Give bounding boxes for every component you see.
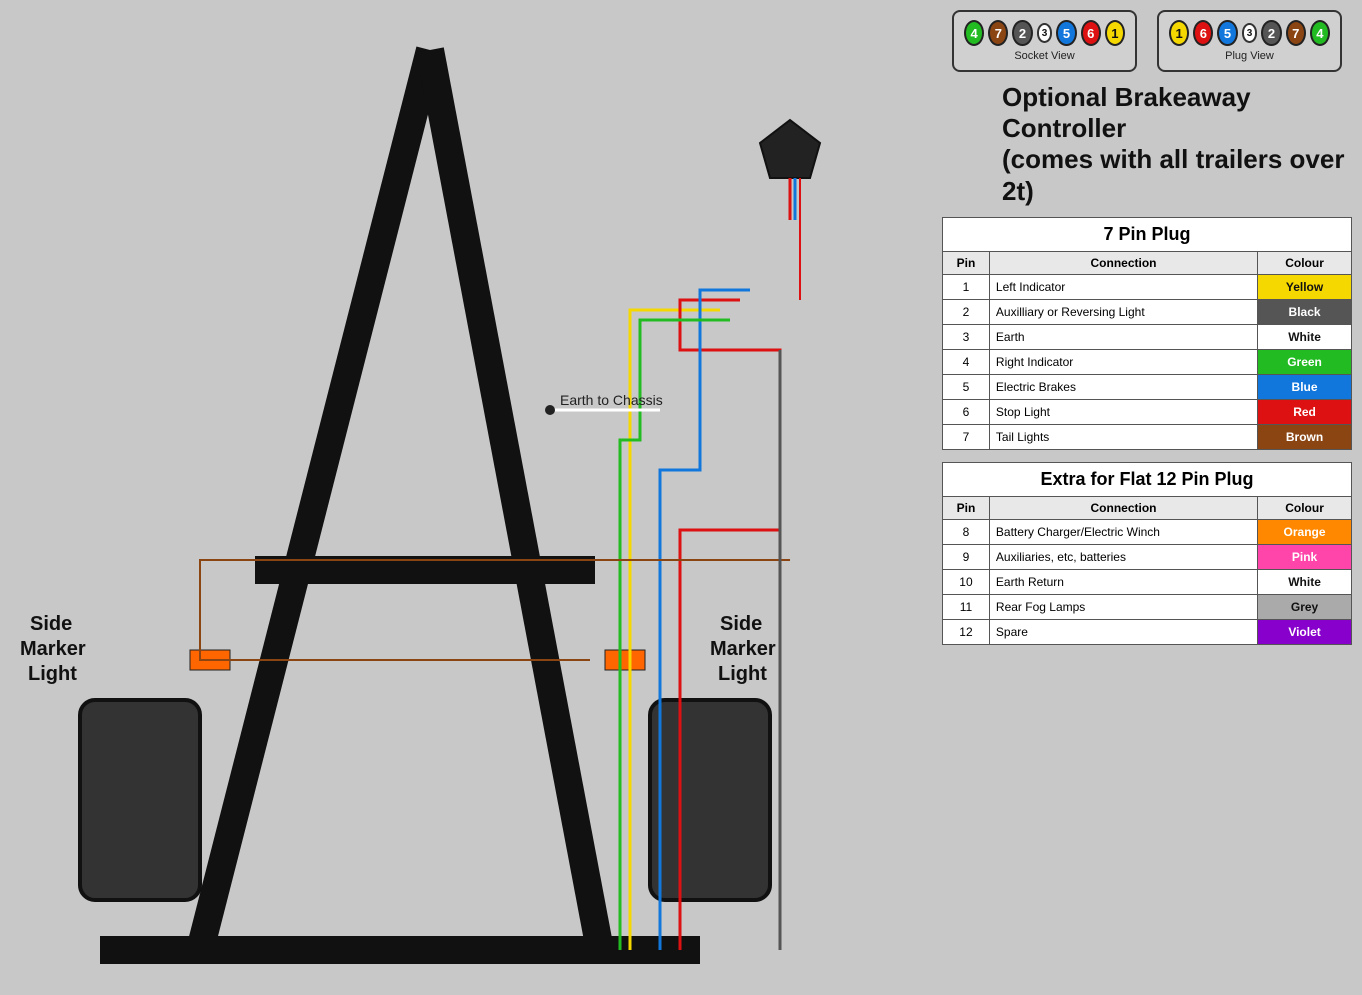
connector-row: 4 7 2 3 5 6 1 Socket View 1 6 5 3 2 xyxy=(942,10,1352,72)
pin-4-socket: 4 xyxy=(964,20,984,46)
table-row: 2 Auxilliary or Reversing Light Black xyxy=(943,299,1352,324)
socket-label: Socket View xyxy=(964,50,1125,62)
pin-1-plug: 1 xyxy=(1169,20,1189,46)
connection: Auxiliaries, etc, batteries xyxy=(989,544,1257,569)
pin-6-socket: 6 xyxy=(1081,20,1101,46)
pin-num: 2 xyxy=(943,299,990,324)
colour-cell: White xyxy=(1258,569,1352,594)
colour-cell: Black xyxy=(1258,299,1352,324)
table-12pin-section: Extra for Flat 12 Pin Plug Pin Connectio… xyxy=(942,462,1352,645)
colour-cell: Blue xyxy=(1258,374,1352,399)
table-row: 12 Spare Violet xyxy=(943,619,1352,644)
pin-7-plug: 7 xyxy=(1286,20,1306,46)
connection: Left Indicator xyxy=(989,274,1257,299)
table-12pin: Extra for Flat 12 Pin Plug Pin Connectio… xyxy=(942,462,1352,645)
colour-cell: Red xyxy=(1258,399,1352,424)
table-row: 5 Electric Brakes Blue xyxy=(943,374,1352,399)
socket-pins: 4 7 2 3 5 6 1 xyxy=(964,20,1125,46)
pin-num: 10 xyxy=(943,569,990,594)
pin-num: 9 xyxy=(943,544,990,569)
pin-num: 6 xyxy=(943,399,990,424)
table-row: 4 Right Indicator Green xyxy=(943,349,1352,374)
plug-view-box: 1 6 5 3 2 7 4 Plug View xyxy=(1157,10,1342,72)
svg-text:Earth to Chassis: Earth to Chassis xyxy=(560,392,663,408)
diagram-area: Earth to Chassis Side Marker Light Side … xyxy=(0,0,870,990)
connection: Stop Light xyxy=(989,399,1257,424)
svg-text:Light: Light xyxy=(718,663,767,685)
table-12pin-title: Extra for Flat 12 Pin Plug xyxy=(942,462,1352,496)
connection: Rear Fog Lamps xyxy=(989,594,1257,619)
connection: Auxilliary or Reversing Light xyxy=(989,299,1257,324)
colour-cell: Brown xyxy=(1258,424,1352,449)
connection: Earth Return xyxy=(989,569,1257,594)
pin-5-socket: 5 xyxy=(1056,20,1076,46)
colour-cell: Grey xyxy=(1258,594,1352,619)
pin-num: 8 xyxy=(943,519,990,544)
svg-text:Side: Side xyxy=(720,613,762,635)
pin-6-plug: 6 xyxy=(1193,20,1213,46)
main-container: Earth to Chassis Side Marker Light Side … xyxy=(0,0,1362,990)
table-row: 10 Earth Return White xyxy=(943,569,1352,594)
pin-num: 5 xyxy=(943,374,990,399)
connection: Battery Charger/Electric Winch xyxy=(989,519,1257,544)
connection: Earth xyxy=(989,324,1257,349)
pin-num: 11 xyxy=(943,594,990,619)
col-colour-header: Colour xyxy=(1258,251,1352,274)
right-panel: 4 7 2 3 5 6 1 Socket View 1 6 5 3 2 xyxy=(942,10,1352,657)
svg-text:Marker: Marker xyxy=(20,638,86,660)
connection: Spare xyxy=(989,619,1257,644)
plug-pins: 1 6 5 3 2 7 4 xyxy=(1169,20,1330,46)
pin-num: 3 xyxy=(943,324,990,349)
table-7pin: 7 Pin Plug Pin Connection Colour 1 Left … xyxy=(942,217,1352,450)
connection: Right Indicator xyxy=(989,349,1257,374)
table-row: 9 Auxiliaries, etc, batteries Pink xyxy=(943,544,1352,569)
brakeaway-title: Optional Brakeaway Controller (comes wit… xyxy=(1002,82,1352,207)
table-row: 1 Left Indicator Yellow xyxy=(943,274,1352,299)
col-pin-header: Pin xyxy=(943,251,990,274)
pin-5-plug: 5 xyxy=(1217,20,1237,46)
table-row: 11 Rear Fog Lamps Grey xyxy=(943,594,1352,619)
pin-3-plug: 3 xyxy=(1242,23,1258,43)
table-row: 3 Earth White xyxy=(943,324,1352,349)
colour-cell: White xyxy=(1258,324,1352,349)
socket-view-box: 4 7 2 3 5 6 1 Socket View xyxy=(952,10,1137,72)
colour-cell: Orange xyxy=(1258,519,1352,544)
col-connection-header-12: Connection xyxy=(989,496,1257,519)
table-row: 8 Battery Charger/Electric Winch Orange xyxy=(943,519,1352,544)
table-7pin-section: 7 Pin Plug Pin Connection Colour 1 Left … xyxy=(942,217,1352,450)
plug-label: Plug View xyxy=(1169,50,1330,62)
brakeaway-line1: Optional Brakeaway Controller xyxy=(1002,82,1251,143)
col-pin-header-12: Pin xyxy=(943,496,990,519)
connection: Tail Lights xyxy=(989,424,1257,449)
pin-num: 4 xyxy=(943,349,990,374)
colour-cell: Pink xyxy=(1258,544,1352,569)
pin-7-socket: 7 xyxy=(988,20,1008,46)
svg-text:Marker: Marker xyxy=(710,638,776,660)
colour-cell: Green xyxy=(1258,349,1352,374)
col-colour-header-12: Colour xyxy=(1258,496,1352,519)
table-row: 6 Stop Light Red xyxy=(943,399,1352,424)
colour-cell: Violet xyxy=(1258,619,1352,644)
pin-2-socket: 2 xyxy=(1012,20,1032,46)
svg-text:Side: Side xyxy=(30,613,72,635)
pin-num: 1 xyxy=(943,274,990,299)
pin-num: 7 xyxy=(943,424,990,449)
pin-2-plug: 2 xyxy=(1261,20,1281,46)
brakeaway-line2: (comes with all trailers over 2t) xyxy=(1002,144,1344,205)
pin-num: 12 xyxy=(943,619,990,644)
svg-text:Light: Light xyxy=(28,663,77,685)
connection: Electric Brakes xyxy=(989,374,1257,399)
pin-1-socket: 1 xyxy=(1105,20,1125,46)
pin-3-socket: 3 xyxy=(1037,23,1053,43)
pin-4-plug: 4 xyxy=(1310,20,1330,46)
table-7pin-title: 7 Pin Plug xyxy=(942,217,1352,251)
colour-cell: Yellow xyxy=(1258,274,1352,299)
table-row: 7 Tail Lights Brown xyxy=(943,424,1352,449)
col-connection-header: Connection xyxy=(989,251,1257,274)
